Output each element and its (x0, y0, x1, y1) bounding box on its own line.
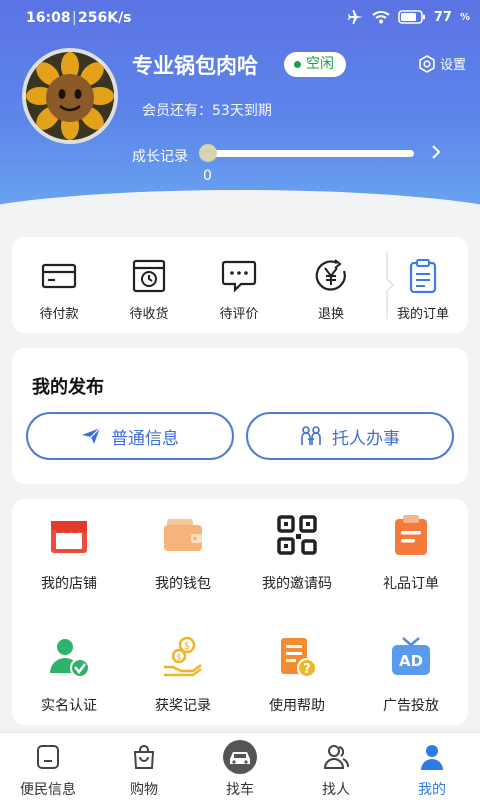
services-card: 我的店铺 我的钱包 我的邀请码 礼品订单 实名认证 $ $ 获奖记录 ? 使用帮助… (12, 499, 468, 725)
my-publish-card: 我的发布 普通信息 托人办事 (12, 348, 468, 484)
growth-progress-knob (199, 144, 217, 162)
tab-local-info[interactable]: 便民信息 (0, 733, 96, 800)
bottom-tab-bar: 便民信息 购物 找车 找人 我的 (0, 732, 480, 800)
tab-label: 我的 (418, 782, 446, 798)
people-icon (301, 426, 321, 445)
svg-text:?: ? (303, 662, 311, 677)
info-icon (37, 745, 59, 769)
order-label: 待付款 (39, 307, 79, 322)
my-wallet[interactable]: 我的钱包 (126, 501, 240, 601)
chevron-right-icon[interactable] (430, 143, 442, 166)
me-icon (421, 745, 443, 770)
service-label: 使用帮助 (269, 698, 325, 714)
my-invite-code[interactable]: 我的邀请码 (240, 501, 354, 601)
battery-percent: 77 (433, 9, 452, 25)
profile-header: 16:08 | 256K/s 77% 专业锅包肉哈 空闲 设置 会员还有：53天… (0, 0, 480, 220)
award-records[interactable]: $ $ 获奖记录 (126, 623, 240, 723)
tab-shopping[interactable]: 购物 (96, 733, 192, 800)
membership-expiry: 会员还有：53天到期 (142, 103, 272, 119)
svg-text:AD: AD (399, 652, 423, 670)
yen-return-icon (315, 259, 346, 291)
tab-label: 找车 (226, 782, 254, 798)
tab-mine[interactable]: 我的 (384, 733, 480, 800)
order-label: 待收货 (129, 307, 169, 322)
shopping-bag-icon (133, 745, 155, 769)
order-pending-payment[interactable]: 待付款 (14, 237, 104, 333)
battery-icon (398, 10, 425, 24)
service-label: 我的钱包 (155, 576, 211, 592)
sunflower-avatar-icon (26, 52, 114, 140)
status-time: 16:08 (26, 10, 71, 26)
my-orders[interactable]: 我的订单 (378, 237, 468, 333)
order-return[interactable]: 退换 (286, 237, 376, 333)
verified-user-icon (50, 639, 90, 678)
growth-progress-bar (208, 150, 414, 157)
order-pending-review[interactable]: 待评价 (194, 237, 284, 333)
growth-record-label[interactable]: 成长记录 (132, 146, 188, 166)
my-shop[interactable]: 我的店铺 (12, 501, 126, 601)
prize-icon: $$ (164, 636, 202, 677)
delegate-task-button[interactable]: 托人办事 (246, 412, 454, 460)
service-label: 我的店铺 (41, 576, 97, 592)
tab-find-people[interactable]: 找人 (288, 733, 384, 800)
general-info-label: 普通信息 (111, 428, 179, 449)
growth-value: 0 (203, 168, 212, 184)
delegate-task-label: 托人办事 (332, 428, 400, 449)
wallet-icon (164, 519, 202, 551)
car-icon (223, 740, 257, 774)
status-badge: 空闲 (284, 52, 346, 77)
avatar[interactable] (22, 48, 118, 144)
package-icon (132, 259, 166, 293)
svg-text:$: $ (184, 641, 190, 652)
clipboard-icon (409, 259, 437, 293)
shop-icon (51, 521, 87, 553)
airplane-icon (347, 10, 363, 24)
status-separator: | (72, 10, 77, 26)
settings-label: 设置 (439, 58, 466, 73)
gift-orders[interactable]: 礼品订单 (354, 501, 468, 601)
tab-label: 购物 (130, 782, 158, 798)
order-pending-receipt[interactable]: 待收货 (104, 237, 194, 333)
order-label: 退换 (317, 307, 344, 322)
order-label: 待评价 (219, 307, 259, 322)
tab-find-car[interactable]: 找车 (192, 733, 288, 800)
tab-label: 便民信息 (20, 782, 76, 798)
tab-label: 找人 (322, 782, 350, 798)
gear-icon (419, 54, 435, 73)
orders-card: 待付款 待收货 待评价 退换 我的订单 (12, 237, 468, 333)
wifi-icon (372, 11, 390, 24)
status-bar: 16:08 | 256K/s 77% (0, 0, 480, 38)
general-info-button[interactable]: 普通信息 (26, 412, 234, 460)
service-label: 实名认证 (41, 698, 97, 714)
service-label: 礼品订单 (383, 576, 439, 592)
chat-icon (221, 260, 257, 293)
order-label: 我的订单 (396, 307, 449, 322)
help-doc-icon: ? (281, 638, 317, 678)
ad-tv-icon: AD (392, 637, 430, 675)
status-icons: 77% (347, 9, 470, 25)
paper-plane-icon (82, 427, 101, 444)
section-title: 我的发布 (32, 377, 104, 398)
ad-placement[interactable]: AD 广告投放 (354, 623, 468, 723)
real-name-verify[interactable]: 实名认证 (12, 623, 126, 723)
usage-help[interactable]: ? 使用帮助 (240, 623, 354, 723)
network-speed: 256K/s (78, 10, 132, 26)
svg-text:$: $ (176, 653, 182, 663)
service-label: 广告投放 (383, 698, 439, 714)
service-label: 我的邀请码 (262, 576, 332, 592)
qr-code-icon (277, 515, 317, 555)
service-label: 获奖记录 (155, 698, 211, 714)
gift-order-icon (395, 515, 427, 555)
settings-button[interactable]: 设置 (418, 54, 466, 73)
card-icon (41, 263, 77, 289)
person-icon (323, 745, 349, 769)
username: 专业锅包肉哈 (132, 54, 258, 78)
percent-sign: % (459, 11, 470, 23)
